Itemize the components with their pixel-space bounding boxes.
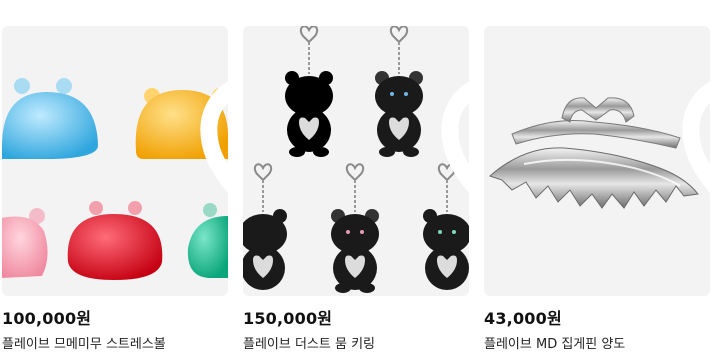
product-image[interactable] [484, 26, 710, 296]
product-name[interactable]: 플레이브 MD 집게핀 양도 [484, 336, 710, 354]
product-card-hair-claw[interactable]: 43,000원 플레이브 MD 집게핀 양도 [484, 26, 710, 354]
product-name[interactable]: 플레이브 므메미무 스트레스볼 [2, 336, 228, 354]
heart-outline-icon [682, 81, 710, 193]
heart-outline-icon [441, 81, 469, 193]
favorite-button[interactable] [431, 32, 469, 193]
product-price: 43,000원 [484, 309, 562, 328]
product-price: 150,000원 [243, 309, 333, 328]
favorite-button[interactable] [672, 32, 710, 193]
heart-outline-icon [200, 81, 228, 193]
product-card-stress-ball[interactable]: 100,000원 플레이브 므메미무 스트레스볼 [2, 26, 228, 354]
product-price: 100,000원 [2, 309, 92, 328]
product-card-keyring[interactable]: 150,000원 플레이브 더스트 뭄 키링 [243, 26, 469, 354]
product-image[interactable] [2, 26, 228, 296]
favorite-button[interactable] [190, 32, 228, 193]
product-name[interactable]: 플레이브 더스트 뭄 키링 [243, 336, 469, 354]
product-image[interactable] [243, 26, 469, 296]
